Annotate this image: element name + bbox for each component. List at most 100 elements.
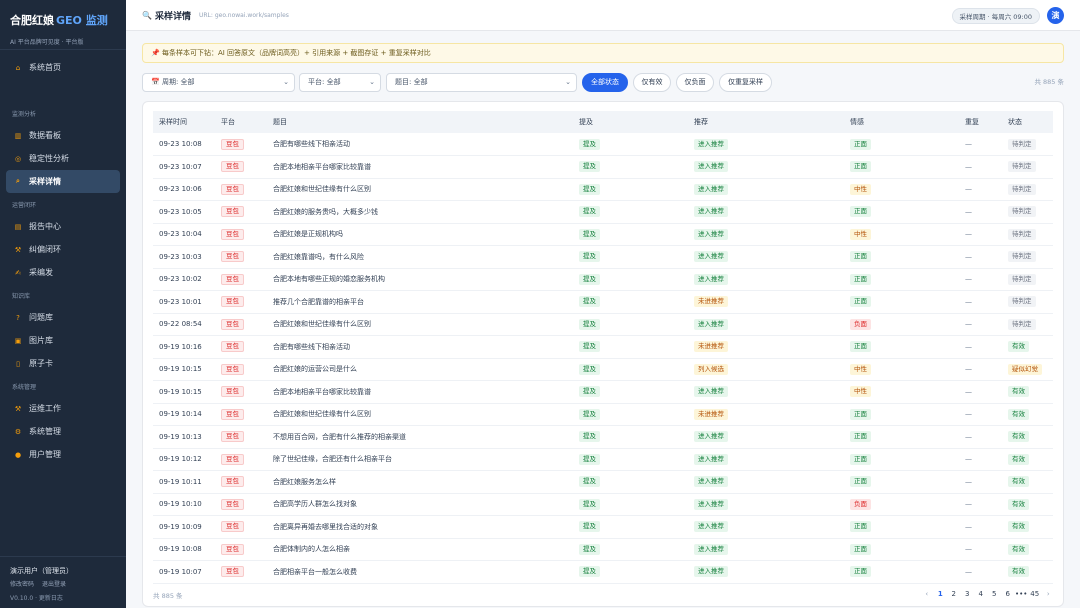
recommend-badge: 进入推荐: [694, 183, 728, 195]
sidebar-item-search[interactable]: ⌕ 采样详情: [6, 170, 120, 193]
version-info[interactable]: V0.10.0 · 更新日志: [10, 593, 116, 602]
sidebar-item-user[interactable]: ● 用户管理: [6, 443, 120, 466]
avatar[interactable]: 演: [1047, 7, 1064, 24]
table-cell: 09-19 10:14: [153, 403, 215, 426]
page-number[interactable]: 1: [934, 590, 948, 598]
question-select[interactable]: 题目: 全部 ⌄: [386, 73, 577, 92]
chevron-right-icon[interactable]: ›: [1042, 590, 1056, 598]
recommend-badge: 未进推荐: [694, 408, 728, 420]
table-cell: 进入推荐: [688, 425, 844, 449]
sentiment-badge: 正面: [850, 341, 871, 353]
page-number[interactable]: 5: [988, 590, 1002, 598]
total-count: 共 885 条: [1034, 78, 1064, 86]
nav-section-title: 运营闭环: [12, 202, 37, 209]
table-row[interactable]: 09-19 10:15 豆包 合肥本地相亲平台哪家比较靠谱 提及 进入推荐 中性 — 有效: [153, 380, 1053, 404]
table-row[interactable]: 09-19 10:11 豆包 合肥红娘服务怎么样 提及 进入推荐 正面 — 有效: [153, 470, 1053, 494]
status-badge: 待判定: [1008, 206, 1036, 218]
question-text: 合肥相亲平台一般怎么收费: [273, 567, 357, 576]
page-number[interactable]: 6: [1001, 590, 1015, 598]
table-row[interactable]: 09-23 10:06 豆包 合肥红娘和世纪佳缘有什么区别 提及 进入推荐 中性 — 待判定: [153, 178, 1053, 201]
sidebar-item-image[interactable]: ▣ 图片库: [6, 329, 120, 352]
sidebar-item-card[interactable]: ▯ 原子卡: [6, 352, 120, 375]
repeat-value: —: [965, 275, 972, 284]
page-number[interactable]: •••: [1015, 590, 1029, 598]
sidebar-item-clipboard[interactable]: ▤ 报告中心: [6, 215, 120, 238]
wrench-icon: ⚒: [14, 245, 22, 254]
sample-time: 09-19 10:09: [159, 522, 202, 531]
table-row[interactable]: 09-23 10:03 豆包 合肥红娘靠谱吗，有什么风险 提及 进入推荐 正面 — 待判定: [153, 245, 1053, 269]
column-header: 重复: [959, 111, 1002, 133]
sentiment-badge: 正面: [850, 251, 871, 263]
platform-select[interactable]: 平台: 全部 ⌄: [299, 73, 381, 92]
question-text: 合肥有哪些线下相亲活动: [273, 140, 350, 148]
table-row[interactable]: 09-23 10:05 豆包 合肥红娘的服务贵吗，大概多少钱 提及 进入推荐 正面 — 待判定: [153, 200, 1053, 224]
table-cell: 09-23 10:05: [153, 200, 215, 224]
table-cell: —: [959, 380, 1002, 404]
page-number[interactable]: 45: [1028, 590, 1042, 598]
sidebar-item-tools[interactable]: ⚒ 运维工作: [6, 397, 120, 420]
table-cell: 豆包: [215, 290, 267, 314]
table-row[interactable]: 09-23 10:07 豆包 合肥本地相亲平台哪家比较靠谱 提及 进入推荐 正面 — 待判定: [153, 155, 1053, 179]
table-cell: 进入推荐: [688, 178, 844, 201]
filter-negative-button[interactable]: 仅负面: [676, 73, 714, 92]
table-row[interactable]: 09-19 10:15 豆包 合肥红娘的运营公司是什么 提及 列入候选 中性 — 疑似幻觉: [153, 358, 1053, 381]
table-row[interactable]: 09-19 10:13 豆包 不想用百合网，合肥有什么推荐的相亲渠道 提及 进入推荐 正面…: [153, 425, 1053, 449]
page-number[interactable]: 4: [974, 590, 988, 598]
table-row[interactable]: 09-19 10:07 豆包 合肥相亲平台一般怎么收费 提及 进入推荐 正面 — 有效: [153, 560, 1053, 584]
table-row[interactable]: 09-19 10:10 豆包 合肥高学历人群怎么找对象 提及 进入推荐 负面 — 有效: [153, 493, 1053, 516]
table-row[interactable]: 09-19 10:12 豆包 除了世纪佳缘，合肥还有什么相亲平台 提及 进入推荐 正面 — 有…: [153, 448, 1053, 471]
recommend-badge: 进入推荐: [694, 453, 728, 465]
sidebar-item-question[interactable]: ? 问题库: [6, 306, 120, 329]
sidebar-item-home[interactable]: ⌂ 系统首页: [6, 56, 120, 79]
table-row[interactable]: 09-19 10:14 豆包 合肥红娘和世纪佳缘有什么区别 提及 未进推荐 正面 — 有效: [153, 403, 1053, 426]
nav-section-title: 监测分析: [12, 111, 37, 118]
filter-all-status-button[interactable]: 全部状态: [582, 73, 628, 92]
table-row[interactable]: 09-19 10:09 豆包 合肥离异再婚去哪里找合适的对象 提及 进入推荐 正面 — 有效: [153, 515, 1053, 539]
table-row[interactable]: 09-23 10:08 豆包 合肥有哪些线下相亲活动 提及 进入推荐 正面 — 待判定: [153, 133, 1053, 156]
recommend-badge: 进入推荐: [694, 386, 728, 398]
filter-valid-button[interactable]: 仅有效: [633, 73, 671, 92]
page-number[interactable]: 2: [947, 590, 961, 598]
change-password-link[interactable]: 修改密码: [10, 581, 34, 588]
table-cell: 有效: [1002, 470, 1053, 494]
table-cell: 豆包: [215, 515, 267, 539]
table-cell: 提及: [573, 223, 688, 246]
table-cell: 进入推荐: [688, 493, 844, 516]
current-user: 演示用户（管理员）: [10, 567, 73, 575]
table-row[interactable]: 09-22 08:54 豆包 合肥红娘和世纪佳缘有什么区别 提及 进入推荐 负面 — 待判定: [153, 313, 1053, 336]
chevron-left-icon[interactable]: ‹: [920, 590, 934, 598]
table-row[interactable]: 09-23 10:01 豆包 推荐几个合肥靠谱的相亲平台 提及 未进推荐 正面 — 待判定: [153, 290, 1053, 314]
repeat-value: —: [965, 477, 972, 486]
table-row[interactable]: 09-23 10:04 豆包 合肥红娘是正规机构吗 提及 进入推荐 中性 — 待判定: [153, 223, 1053, 246]
status-badge: 待判定: [1008, 228, 1036, 240]
table-cell: 豆包: [215, 268, 267, 291]
table-row[interactable]: 09-19 10:16 豆包 合肥有哪些线下相亲活动 提及 未进推荐 正面 — 有效: [153, 335, 1053, 359]
table-cell: 豆包: [215, 403, 267, 426]
table-cell: 提及: [573, 560, 688, 584]
platform-tag: 豆包: [221, 318, 244, 330]
table-cell: —: [959, 470, 1002, 494]
pagination: ‹ 1 2 3 4 5 6 ••• 45 ›: [920, 588, 1055, 600]
table-row[interactable]: 09-23 10:02 豆包 合肥本地有哪些正规的婚恋服务机构 提及 进入推荐 正面 — 待判…: [153, 268, 1053, 291]
sidebar-item-writing-hand[interactable]: ✍ 采编发: [6, 261, 120, 284]
sentiment-badge: 中性: [850, 363, 871, 375]
column-header: 采样时间: [153, 111, 215, 133]
clipboard-icon: ▤: [14, 222, 22, 231]
status-badge: 有效: [1008, 476, 1029, 488]
recommend-badge: 进入推荐: [694, 543, 728, 555]
sidebar-item-wrench[interactable]: ⚒ 纠偏闭环: [6, 238, 120, 261]
page-number[interactable]: 3: [961, 590, 975, 598]
table-cell: 提及: [573, 200, 688, 224]
table-row[interactable]: 09-19 10:08 豆包 合肥体制内的人怎么相亲 提及 进入推荐 正面 — 有效: [153, 538, 1053, 561]
period-select[interactable]: 📅 周期: 全部 ⌄: [142, 73, 295, 92]
logout-link[interactable]: 退出登录: [42, 581, 66, 588]
sidebar-item-target[interactable]: ◎ 稳定性分析: [6, 147, 120, 170]
sidebar-item-bar-chart[interactable]: ▥ 数据看板: [6, 124, 120, 147]
chevron-down-icon: ⌄: [565, 78, 571, 86]
table-cell: 进入推荐: [688, 155, 844, 179]
sidebar-item-gear[interactable]: ⚙ 系统管理: [6, 420, 120, 443]
mention-badge: 提及: [579, 476, 600, 488]
filter-repeat-button[interactable]: 仅重复采样: [719, 73, 772, 92]
question-text: 合肥红娘和世纪佳缘有什么区别: [273, 410, 371, 419]
sentiment-badge: 中性: [850, 183, 871, 195]
